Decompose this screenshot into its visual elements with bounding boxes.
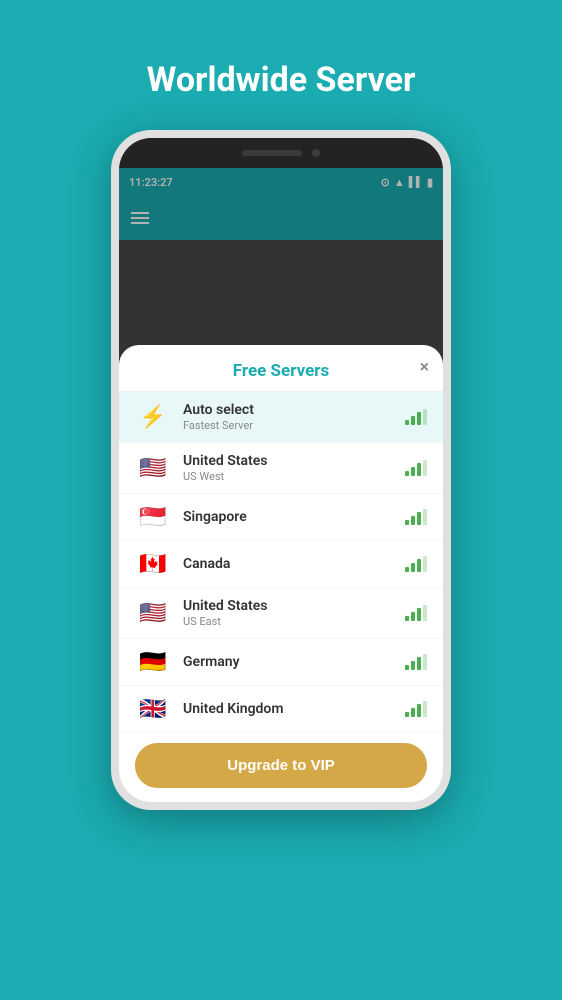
server-item-sg[interactable]: 🇸🇬 Singapore	[119, 494, 443, 541]
server-info-ca: Canada	[183, 556, 405, 573]
server-item-us-east[interactable]: 🇺🇸 United States US East	[119, 588, 443, 639]
flag-us-east: 🇺🇸	[135, 600, 171, 626]
modal-header: Free Servers ×	[119, 345, 443, 392]
server-name-us-east: United States	[183, 598, 405, 614]
server-sub-us-east: US East	[183, 615, 405, 628]
signal-indicator-de	[405, 654, 427, 670]
upgrade-vip-button[interactable]: Upgrade to VIP	[135, 743, 427, 788]
signal-indicator-ca	[405, 556, 427, 572]
flag-uk: 🇬🇧	[135, 696, 171, 722]
server-name-ca: Canada	[183, 556, 405, 572]
signal-indicator-auto	[405, 409, 427, 425]
flag-sg: 🇸🇬	[135, 504, 171, 530]
server-item-de[interactable]: 🇩🇪 Germany	[119, 639, 443, 686]
server-sub-auto: Fastest Server	[183, 419, 405, 432]
server-modal: Free Servers × ⚡ Auto select Fastest Ser…	[119, 345, 443, 802]
server-name-us-west: United States	[183, 453, 405, 469]
server-info-auto: Auto select Fastest Server	[183, 402, 405, 432]
server-info-de: Germany	[183, 654, 405, 671]
server-name-sg: Singapore	[183, 509, 405, 525]
signal-indicator-sg	[405, 509, 427, 525]
server-item-auto[interactable]: ⚡ Auto select Fastest Server	[119, 392, 443, 443]
page-title: Worldwide Server	[147, 60, 416, 100]
modal-title: Free Servers	[233, 361, 329, 381]
server-item-uk[interactable]: 🇬🇧 United Kingdom	[119, 686, 443, 733]
server-info-sg: Singapore	[183, 509, 405, 526]
phone-frame: 11:23:27 ⊙ ▲ ▌▌ ▮ Free Servers ×	[111, 130, 451, 810]
flag-de: 🇩🇪	[135, 649, 171, 675]
server-info-us-east: United States US East	[183, 598, 405, 628]
flag-us-west: 🇺🇸	[135, 455, 171, 481]
flag-ca: 🇨🇦	[135, 551, 171, 577]
lightning-icon: ⚡	[135, 405, 171, 430]
server-item-us-west[interactable]: 🇺🇸 United States US West	[119, 443, 443, 494]
server-info-uk: United Kingdom	[183, 701, 405, 718]
server-sub-us-west: US West	[183, 470, 405, 483]
server-name-de: Germany	[183, 654, 405, 670]
server-name-uk: United Kingdom	[183, 701, 405, 717]
server-list: ⚡ Auto select Fastest Server 🇺🇸 United S…	[119, 392, 443, 733]
signal-indicator-us-west	[405, 460, 427, 476]
server-item-ca[interactable]: 🇨🇦 Canada	[119, 541, 443, 588]
vip-button-area: Upgrade to VIP	[119, 733, 443, 802]
server-info-us-west: United States US West	[183, 453, 405, 483]
signal-indicator-us-east	[405, 605, 427, 621]
close-button[interactable]: ×	[420, 359, 429, 377]
signal-indicator-uk	[405, 701, 427, 717]
server-name-auto: Auto select	[183, 402, 405, 418]
